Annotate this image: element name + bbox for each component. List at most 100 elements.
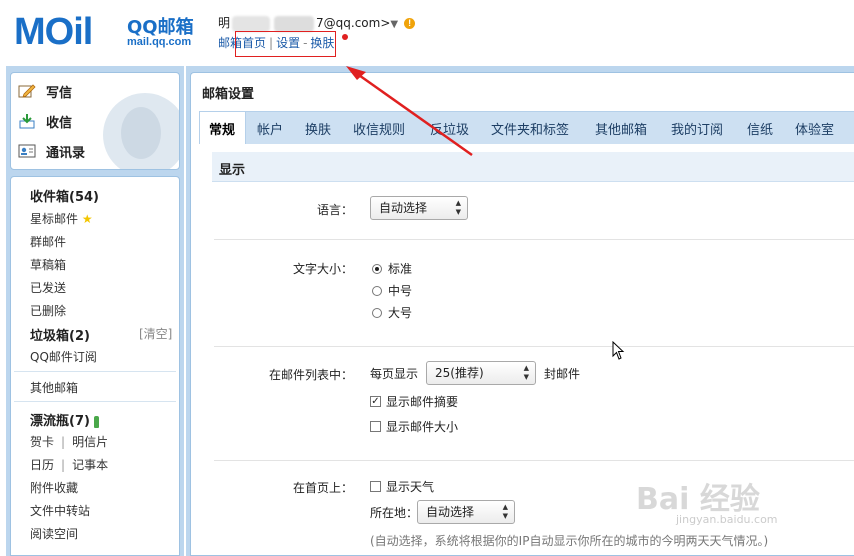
compose-label: 写信 <box>46 85 73 101</box>
section-header-display: 显示 <box>212 152 854 182</box>
app-row-cards: 贺卡 | 明信片 <box>30 433 108 450</box>
tab-folders-labels[interactable]: 文件夹和标签 <box>491 119 569 138</box>
app-attachments[interactable]: 附件收藏 <box>30 479 78 496</box>
font-size-label: 文字大小： <box>292 262 353 276</box>
app-reading-space[interactable]: 阅读空间 <box>30 525 78 542</box>
receive-button[interactable]: 收信 <box>18 110 72 132</box>
divider <box>214 346 854 347</box>
contacts-button[interactable]: 通讯录 <box>18 140 85 162</box>
radio-dot <box>372 307 382 318</box>
radio-dot <box>372 263 382 274</box>
select-arrows-icon: ▲ ▼ <box>455 199 461 216</box>
user-name: 明 <box>218 16 231 30</box>
drift-bottle-label: 漂流瓶(7) <box>30 414 90 429</box>
tab-receive-rules[interactable]: 收信规则 <box>353 119 405 138</box>
show-size-checkbox[interactable]: 显示邮件大小 <box>370 418 458 435</box>
weather-note: (自动选择，系统将根据你的IP自动显示你所在的城市的今明两天天气情况。) <box>370 534 769 548</box>
pencil-icon <box>18 83 36 99</box>
font-size-large-radio[interactable]: 大号 <box>372 304 412 321</box>
language-select[interactable]: 自动选择 ▲ ▼ <box>370 196 468 220</box>
app-separator: | <box>61 458 66 472</box>
qq-mail-logo[interactable]: MOil QQ邮箱 mail.qq.com <box>14 10 199 54</box>
app-file-transfer[interactable]: 文件中转站 <box>30 502 90 519</box>
folder-drafts[interactable]: 草稿箱 <box>30 256 66 273</box>
show-weather-checkbox[interactable]: 显示天气 <box>370 478 434 495</box>
app-separator: | <box>61 435 66 449</box>
blurred-email <box>274 15 315 32</box>
blurred-name <box>232 15 271 32</box>
app-greeting-card[interactable]: 贺卡 <box>30 435 54 449</box>
baidu-watermark: Bai 经验 <box>636 482 760 517</box>
select-arrows-icon: ▲ ▼ <box>502 503 508 520</box>
header: MOil QQ邮箱 mail.qq.com 明 7@qq.com>▼! 邮箱首页 |… <box>0 0 854 66</box>
show-summary-label: 显示邮件摘要 <box>386 395 459 409</box>
per-page-prefix: 每页显示 <box>370 367 419 381</box>
folder-starred[interactable]: 星标邮件 ★ <box>30 210 93 227</box>
app-calendar[interactable]: 日历 <box>30 458 54 472</box>
font-size-large-label: 大号 <box>388 306 413 320</box>
logo-mail-text: MOil <box>14 11 93 53</box>
folder-spam[interactable]: 垃圾箱(2) <box>30 325 90 344</box>
homepage-label: 在首页上： <box>292 481 353 495</box>
contacts-icon <box>18 143 36 159</box>
per-page-suffix: 封邮件 <box>544 367 581 381</box>
location-select[interactable]: 自动选择 ▲ ▼ <box>417 500 515 524</box>
divider <box>214 460 854 461</box>
folder-inbox[interactable]: 收件箱(54) <box>30 186 99 205</box>
location-label: 所在地： <box>370 506 419 520</box>
app-postcard[interactable]: 明信片 <box>72 435 108 449</box>
font-size-standard-radio[interactable]: 标准 <box>372 260 412 277</box>
folder-deleted[interactable]: 已删除 <box>30 302 66 319</box>
mail-list-label: 在邮件列表中： <box>268 368 353 382</box>
checkbox-unchecked <box>370 421 381 432</box>
contacts-label: 通讯录 <box>46 145 86 161</box>
annotation-highlight-box <box>235 31 336 57</box>
show-size-label: 显示邮件大小 <box>386 420 459 434</box>
tab-account[interactable]: 帐户 <box>257 119 283 138</box>
warning-icon[interactable]: ! <box>404 18 416 29</box>
qq-penguin-watermark-icon <box>103 93 179 169</box>
checkbox-checked: ✓ <box>370 396 381 407</box>
new-notice-dot <box>342 34 348 40</box>
section-title: 显示 <box>219 163 246 178</box>
tab-skin[interactable]: 换肤 <box>305 119 331 138</box>
tab-other-mailbox[interactable]: 其他邮箱 <box>595 119 647 138</box>
user-email: 7@qq.com> <box>316 16 391 30</box>
app-notepad[interactable]: 记事本 <box>72 458 108 472</box>
divider <box>14 401 176 402</box>
language-label: 语言： <box>316 203 353 217</box>
show-summary-checkbox[interactable]: ✓ 显示邮件摘要 <box>370 393 458 410</box>
per-page-select[interactable]: 25(推荐) ▲ ▼ <box>426 361 536 385</box>
divider <box>14 371 176 372</box>
tab-lab[interactable]: 体验室 <box>795 119 834 138</box>
clear-spam-link[interactable]: [清空] <box>139 325 172 342</box>
compose-button[interactable]: 写信 <box>18 80 72 102</box>
show-weather-label: 显示天气 <box>386 480 435 494</box>
folder-qq-subscriptions[interactable]: QQ邮件订阅 <box>30 348 97 365</box>
bottle-icon <box>94 415 100 428</box>
select-arrows-icon: ▲ ▼ <box>523 364 529 381</box>
per-page-value: 25(推荐) <box>435 366 484 380</box>
tab-general[interactable]: 常规 <box>209 119 235 138</box>
language-value: 自动选择 <box>379 201 428 215</box>
location-value: 自动选择 <box>426 505 475 519</box>
divider <box>214 239 854 240</box>
account-line[interactable]: 明 7@qq.com>▼! <box>218 14 416 32</box>
tab-subscriptions[interactable]: 我的订阅 <box>671 119 723 138</box>
folder-starred-label: 星标邮件 <box>30 212 79 226</box>
tab-stationery[interactable]: 信纸 <box>747 119 773 138</box>
page-title: 邮箱设置 <box>202 87 255 102</box>
drift-bottle[interactable]: 漂流瓶(7) <box>30 410 100 429</box>
folder-group[interactable]: 群邮件 <box>30 233 66 250</box>
folder-sent[interactable]: 已发送 <box>30 279 66 296</box>
app-row-calendar: 日历 | 记事本 <box>30 456 108 473</box>
receive-label: 收信 <box>46 115 73 131</box>
baidu-watermark-url: jingyan.baidu.com <box>676 513 778 526</box>
folder-other-mailbox[interactable]: 其他邮箱 <box>30 379 78 396</box>
inbox-download-icon <box>18 113 36 129</box>
font-size-medium-radio[interactable]: 中号 <box>372 282 412 299</box>
font-size-medium-label: 中号 <box>388 284 413 298</box>
mouse-cursor-icon <box>612 341 625 360</box>
account-dropdown-icon[interactable]: ▼ <box>390 19 398 30</box>
tab-anti-spam[interactable]: 反垃圾 <box>430 119 469 138</box>
